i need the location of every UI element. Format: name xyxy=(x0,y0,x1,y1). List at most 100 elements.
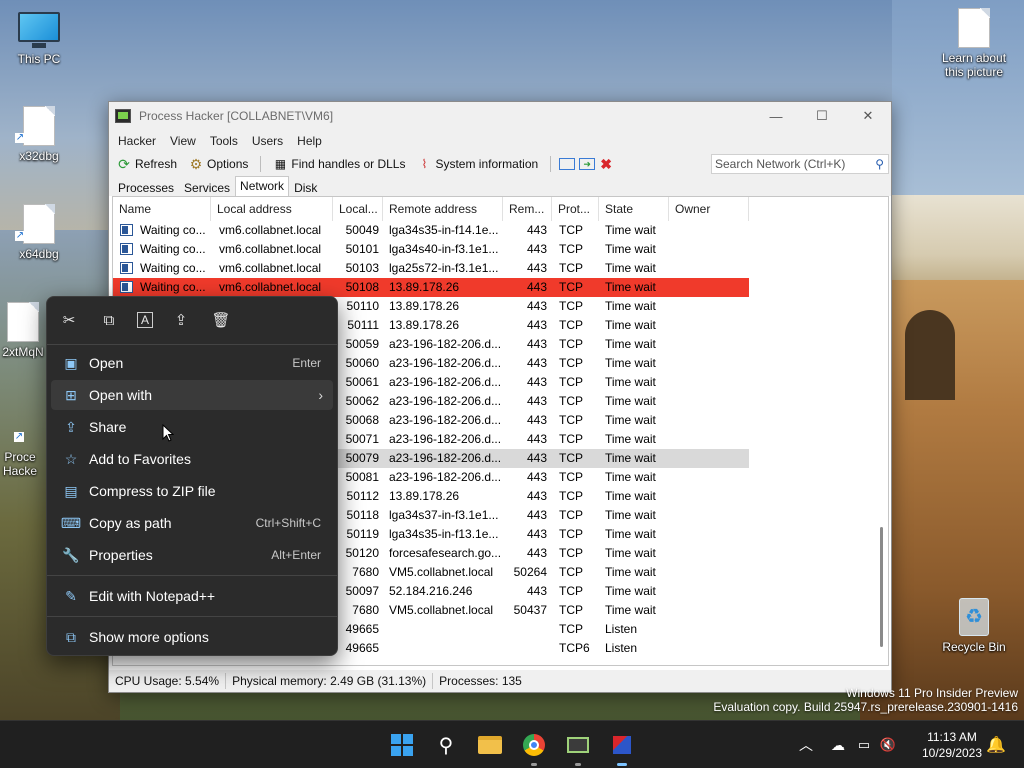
delete-icon[interactable]: 🗑 xyxy=(209,308,233,332)
menu-item-properties[interactable]: 🔧 Properties Alt+Enter xyxy=(51,540,333,570)
system-information-button[interactable]: ⌇ System information xyxy=(413,157,542,171)
cut-icon[interactable]: ✂ xyxy=(57,308,81,332)
cell-local-port: 50119 xyxy=(346,527,379,541)
cell-remote-addr: lga25s72-in-f3.1e1... xyxy=(389,261,499,275)
tab-network[interactable]: Network xyxy=(235,176,290,196)
menu-item-label: Show more options xyxy=(89,629,209,645)
menu-item-edit-with-notepad[interactable]: ✎ Edit with Notepad++ xyxy=(51,581,333,611)
notification-bell-icon[interactable]: 🔔 xyxy=(986,735,1006,755)
display-icon[interactable]: ▭ xyxy=(852,737,876,753)
desktop-icon-x64dbg[interactable]: ↗ x64dbg xyxy=(1,204,77,261)
column-header-local-port[interactable]: Local... xyxy=(333,197,383,221)
options-button[interactable]: ⚙ Options xyxy=(185,156,252,172)
binoculars-icon: ▦ xyxy=(274,157,287,171)
desktop-icon-recycle-bin[interactable]: ♻ Recycle Bin xyxy=(936,598,1012,654)
process-count: Processes: 135 xyxy=(439,674,522,688)
search-input[interactable]: Search Network (Ctrl+K) ⚲ xyxy=(711,154,889,174)
desktop-icon-x32dbg[interactable]: ↗ x32dbg xyxy=(1,106,77,163)
menu-item-show-more-options[interactable]: ⧉ Show more options xyxy=(51,622,333,652)
context-menu-actions: ✂ ⧉ A ⇪ 🗑 xyxy=(47,297,337,343)
menu-item-open-with[interactable]: ⊞ Open with › xyxy=(51,380,333,410)
file-icon xyxy=(23,204,55,244)
close-button[interactable]: ✕ xyxy=(845,102,891,130)
menu-tools[interactable]: Tools xyxy=(203,134,245,148)
cell-remote-addr: a23-196-182-206.d... xyxy=(389,375,501,389)
column-header-protocol[interactable]: Prot... xyxy=(552,197,599,221)
menu-help[interactable]: Help xyxy=(290,134,329,148)
tab-services[interactable]: Services xyxy=(179,178,235,196)
cell-proto: TCP xyxy=(559,489,583,503)
minimize-button[interactable]: — xyxy=(753,102,799,130)
table-row[interactable]: Waiting co... vm6.collabnet.local 50103 lga… xyxy=(113,259,749,278)
more-options-icon: ⧉ xyxy=(66,628,76,645)
table-row[interactable]: Waiting co... vm6.collabnet.local 50101 lga… xyxy=(113,240,749,259)
chevron-up-icon[interactable]: ︿ xyxy=(796,735,816,755)
column-header-local-address[interactable]: Local address xyxy=(211,197,333,221)
menu-view[interactable]: View xyxy=(163,134,203,148)
scrollbar-thumb[interactable] xyxy=(880,527,883,647)
search-button[interactable]: ⚲ xyxy=(430,729,462,761)
title-bar[interactable]: Process Hacker [COLLABNET\VM6] — ☐ ✕ xyxy=(109,102,891,130)
cell-local-port: 50060 xyxy=(345,356,379,370)
cell-proto: TCP xyxy=(559,451,583,465)
column-header-owner[interactable]: Owner xyxy=(669,197,749,221)
rename-icon[interactable]: A xyxy=(137,312,153,328)
speaker-muted-icon[interactable]: 🔇 xyxy=(876,737,900,753)
column-header-remote-address[interactable]: Remote address xyxy=(383,197,503,221)
running-indicator xyxy=(531,763,537,766)
file-explorer-button[interactable] xyxy=(474,729,506,761)
desktop-icon-learn-about-picture[interactable]: Learn about this picture xyxy=(936,8,1012,79)
task-manager-button[interactable] xyxy=(562,729,594,766)
cell-proto: TCP xyxy=(559,280,583,294)
refresh-button[interactable]: ⟳ Refresh xyxy=(113,156,181,172)
cell-proto: TCP xyxy=(559,261,583,275)
cell-proto: TCP xyxy=(559,394,583,408)
column-header-name[interactable]: Name xyxy=(113,197,211,221)
onedrive-icon[interactable]: ☁ xyxy=(824,737,852,754)
column-header-remote-port[interactable]: Rem... xyxy=(503,197,552,221)
menu-item-add-to-favorites[interactable]: ☆ Add to Favorites xyxy=(51,444,333,474)
copy-icon[interactable]: ⧉ xyxy=(97,308,121,332)
process-hacker-taskbar-button[interactable] xyxy=(606,729,638,766)
cell-remote-port: 443 xyxy=(526,546,547,560)
find-handles-button[interactable]: ▦ Find handles or DLLs xyxy=(269,157,409,171)
tab-processes[interactable]: Processes xyxy=(113,178,179,196)
menu-hacker[interactable]: Hacker xyxy=(111,134,163,148)
table-row[interactable]: Waiting co... vm6.collabnet.local 50049 lga… xyxy=(113,221,749,240)
cell-local-port: 50062 xyxy=(345,394,379,408)
menu-item-open[interactable]: ▣ Open Enter xyxy=(51,348,333,378)
share-icon[interactable]: ⇪ xyxy=(169,308,193,332)
desktop-icon-this-pc[interactable]: This PC xyxy=(1,12,77,66)
options-label: Options xyxy=(207,157,249,171)
menu-item-copy-as-path[interactable]: ⌨ Copy as path Ctrl+Shift+C xyxy=(51,508,333,538)
maximize-button[interactable]: ☐ xyxy=(799,102,845,130)
tab-disk[interactable]: Disk xyxy=(289,178,322,196)
start-button[interactable] xyxy=(386,729,418,761)
cell-state: Time wait xyxy=(605,432,656,446)
app-icon: ▣ xyxy=(64,354,78,371)
process-icon xyxy=(120,281,133,293)
window-icon[interactable] xyxy=(559,158,576,170)
cell-state: Time wait xyxy=(605,584,656,598)
menu-item-compress-to-zip-file[interactable]: ▤ Compress to ZIP file xyxy=(51,476,333,506)
cell-proto: TCP xyxy=(559,337,583,351)
desktop-icon-process-hacker[interactable]: ↗ Proce Hacke xyxy=(0,430,46,479)
cell-remote-addr: a23-196-182-206.d... xyxy=(389,451,501,465)
vertical-scrollbar[interactable] xyxy=(874,197,888,665)
desktop-icon-2xtmqn[interactable]: 2xtMqN xyxy=(0,302,46,359)
running-indicator xyxy=(617,763,627,766)
menu-users[interactable]: Users xyxy=(245,134,290,148)
cell-proto: TCP xyxy=(559,584,583,598)
chrome-button[interactable] xyxy=(518,729,550,766)
menu-item-share[interactable]: ⇪ Share xyxy=(51,412,333,442)
menu-item-label: Add to Favorites xyxy=(89,451,191,467)
close-red-icon[interactable]: ✖ xyxy=(599,156,613,172)
cell-remote-port: 443 xyxy=(526,413,547,427)
cell-remote-port: 443 xyxy=(526,432,547,446)
file-icon xyxy=(23,106,55,146)
cell-local-port: 50111 xyxy=(347,318,379,332)
window-arrow-icon[interactable]: ➜ xyxy=(579,158,596,170)
table-row[interactable]: Waiting co... vm6.collabnet.local 50108 13.… xyxy=(113,278,749,297)
taskbar-clock[interactable]: 11:13 AM 10/29/2023 xyxy=(908,729,996,761)
column-header-state[interactable]: State xyxy=(599,197,669,221)
